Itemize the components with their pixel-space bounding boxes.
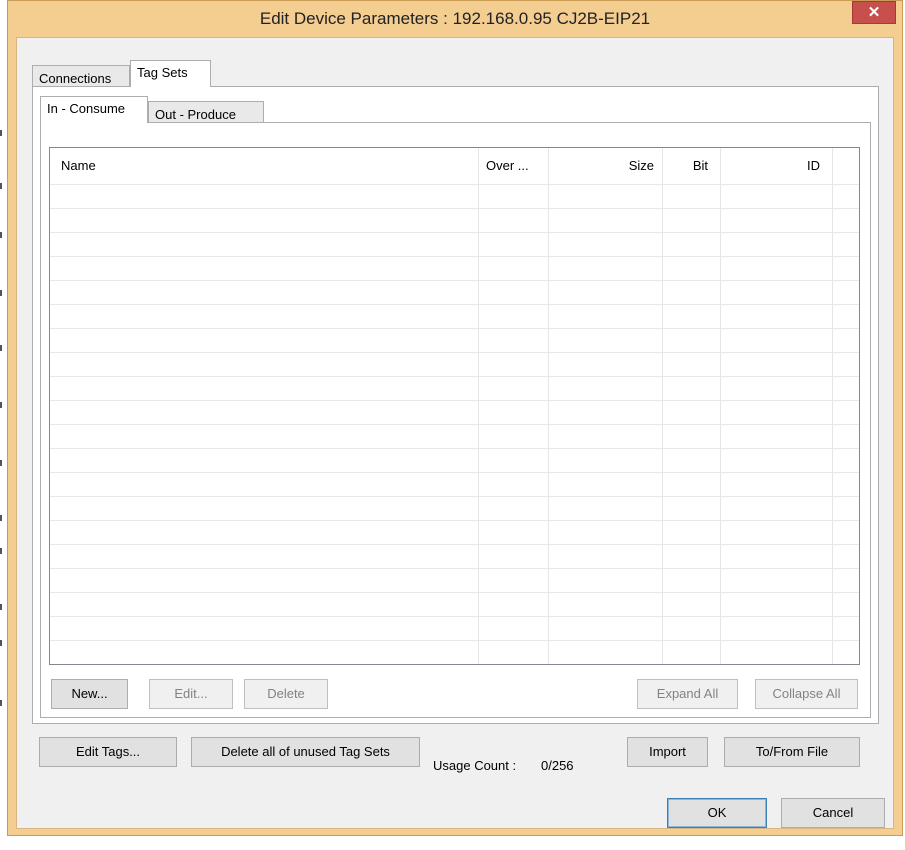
column-header-name[interactable]: Name xyxy=(61,148,96,184)
table-row xyxy=(50,376,859,377)
table-row xyxy=(50,400,859,401)
delete-button[interactable]: Delete xyxy=(244,679,328,709)
usage-count-label: Usage Count : xyxy=(433,758,517,773)
column-divider xyxy=(478,148,479,664)
column-header-bit[interactable]: Bit xyxy=(662,148,720,184)
table-row xyxy=(50,184,859,185)
table-row xyxy=(50,256,859,257)
table-row xyxy=(50,424,859,425)
table-row xyxy=(50,616,859,617)
tab-connections-label: Connections xyxy=(39,71,112,86)
usage-count-value: 0/256 xyxy=(541,758,574,773)
table-row xyxy=(50,208,859,209)
close-button[interactable]: ✕ xyxy=(852,1,896,24)
column-divider xyxy=(548,148,549,664)
table-row xyxy=(50,352,859,353)
close-icon: ✕ xyxy=(867,4,881,21)
tab-in-consume-label: In - Consume xyxy=(47,101,126,116)
column-divider xyxy=(662,148,663,664)
tab-in-consume[interactable]: In - Consume xyxy=(40,96,148,123)
table-row xyxy=(50,232,859,233)
table-row xyxy=(50,544,859,545)
tag-set-table[interactable]: Name Over ... Size Bit ID xyxy=(49,147,860,665)
edit-button[interactable]: Edit... xyxy=(149,679,233,709)
import-button[interactable]: Import xyxy=(627,737,708,767)
table-row xyxy=(50,568,859,569)
tab-tag-sets[interactable]: Tag Sets xyxy=(130,60,211,87)
table-row xyxy=(50,304,859,305)
edit-tags-button[interactable]: Edit Tags... xyxy=(39,737,177,767)
column-divider xyxy=(720,148,721,664)
collapse-all-button[interactable]: Collapse All xyxy=(755,679,858,709)
table-row xyxy=(50,592,859,593)
cancel-button[interactable]: Cancel xyxy=(781,798,885,828)
delete-unused-tag-sets-button[interactable]: Delete all of unused Tag Sets xyxy=(191,737,420,767)
new-button[interactable]: New... xyxy=(51,679,128,709)
table-row xyxy=(50,448,859,449)
table-row xyxy=(50,328,859,329)
expand-all-button[interactable]: Expand All xyxy=(637,679,738,709)
title-bar[interactable]: Edit Device Parameters : 192.168.0.95 CJ… xyxy=(8,1,902,37)
table-row xyxy=(50,280,859,281)
to-from-file-button[interactable]: To/From File xyxy=(724,737,860,767)
tab-out-produce-label: Out - Produce xyxy=(155,107,236,122)
column-header-over[interactable]: Over ... xyxy=(478,148,548,184)
background-edge-marks xyxy=(0,0,3,850)
tab-tag-sets-label: Tag Sets xyxy=(137,65,188,80)
table-row xyxy=(50,496,859,497)
window-title: Edit Device Parameters : 192.168.0.95 CJ… xyxy=(259,9,651,28)
table-row xyxy=(50,520,859,521)
table-row xyxy=(50,472,859,473)
column-divider xyxy=(832,148,833,664)
table-header: Name Over ... Size Bit ID xyxy=(50,148,859,184)
ok-button[interactable]: OK xyxy=(667,798,767,828)
column-header-id[interactable]: ID xyxy=(720,148,832,184)
table-row xyxy=(50,640,859,641)
column-header-size[interactable]: Size xyxy=(548,148,662,184)
